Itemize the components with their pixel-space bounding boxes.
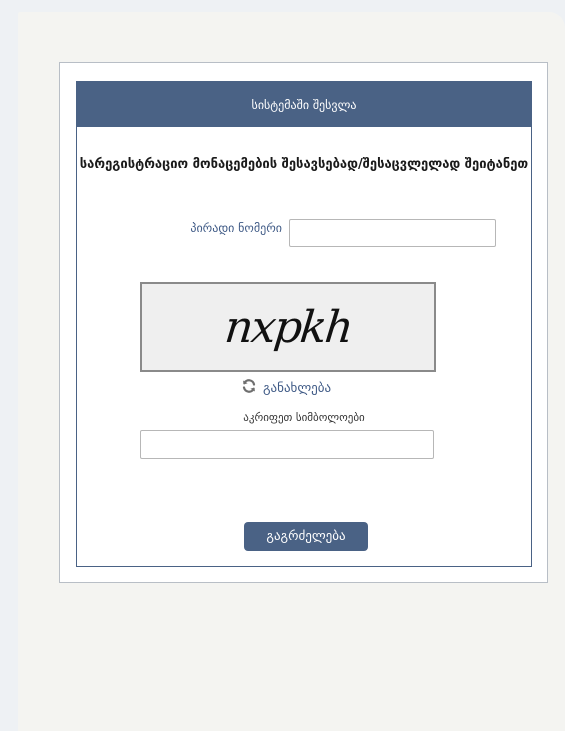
- personal-id-input[interactable]: [289, 219, 496, 247]
- login-form: სისტემაში შესვლა სარეგისტრაციო მონაცემებ…: [76, 81, 532, 567]
- page-panel: სისტემაში შესვლა სარეგისტრაციო მონაცემებ…: [18, 12, 565, 731]
- captcha-refresh-link[interactable]: განახლება: [241, 378, 331, 398]
- login-card: სისტემაში შესვლა სარეგისტრაციო მონაცემებ…: [59, 62, 548, 583]
- instruction-text: სარეგისტრაციო მონაცემების შესავსებად/შეს…: [79, 157, 529, 172]
- captcha-refresh-label: განახლება: [263, 380, 332, 396]
- captcha-symbols-input[interactable]: [140, 430, 434, 459]
- personal-id-label: პირადი ნომერი: [190, 221, 282, 235]
- form-header: სისტემაში შესვლა: [77, 82, 531, 127]
- captcha-text: nxpkh: [222, 301, 354, 353]
- captcha-image: nxpkh: [140, 282, 436, 372]
- continue-button[interactable]: გაგრძელება: [244, 522, 368, 551]
- symbols-label: აკრიფეთ სიმბოლოები: [243, 411, 365, 424]
- refresh-icon: [241, 378, 257, 398]
- form-header-title: სისტემაში შესვლა: [251, 97, 357, 112]
